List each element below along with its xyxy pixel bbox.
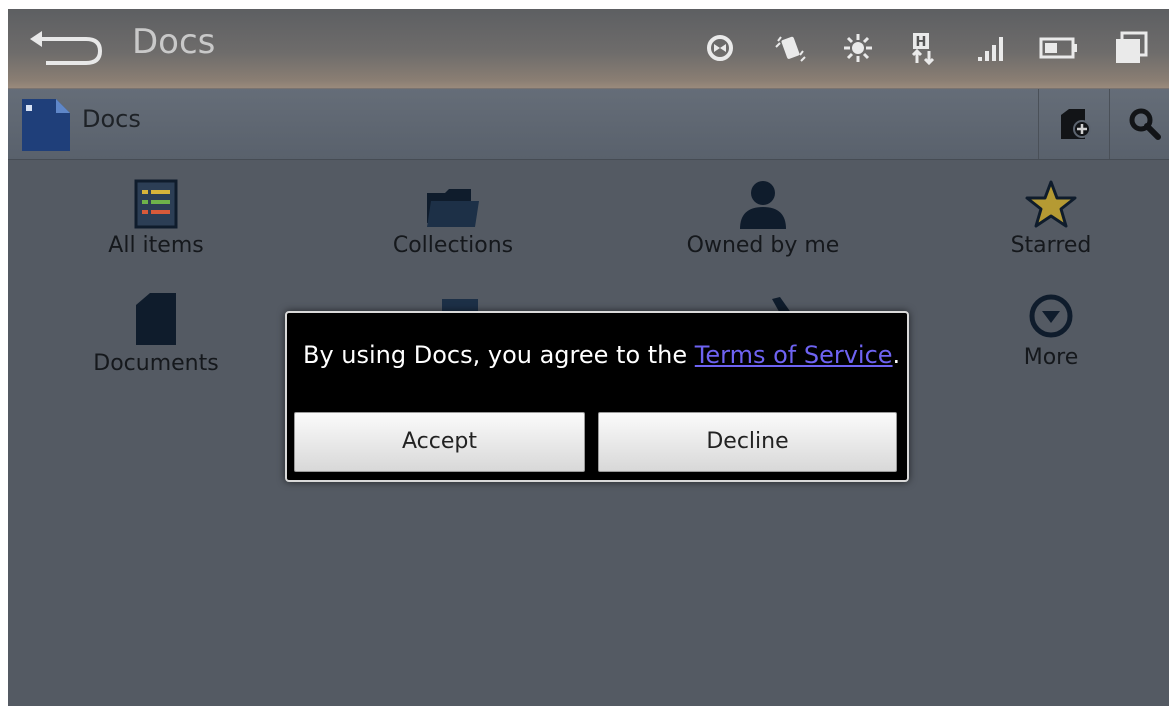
- category-label: Documents: [93, 351, 219, 376]
- category-collections[interactable]: Collections: [343, 179, 563, 258]
- signal-icon: [978, 37, 1003, 61]
- message-suffix: .: [892, 341, 901, 369]
- new-document-button[interactable]: [1039, 89, 1109, 159]
- new-document-icon: [1061, 109, 1091, 139]
- app-action-bar: Docs: [8, 88, 1169, 160]
- brightness-icon: [844, 34, 872, 62]
- device-screen: Docs H Docs All items Collections Owned …: [8, 9, 1169, 706]
- recent-apps-icon[interactable]: [1112, 31, 1152, 65]
- category-label: All items: [108, 233, 204, 258]
- docs-logo-icon: [22, 99, 70, 151]
- folder-icon: [427, 189, 479, 227]
- search-icon: [1129, 108, 1161, 140]
- vibrate-icon: [775, 36, 806, 62]
- back-arrow-icon: [30, 31, 103, 65]
- category-owned-by-me[interactable]: Owned by me: [653, 179, 873, 258]
- category-label: Starred: [1010, 233, 1092, 258]
- category-documents[interactable]: Documents: [46, 291, 266, 376]
- svg-text:H: H: [916, 35, 927, 50]
- sync-icon: [707, 35, 733, 61]
- dialog-message: By using Docs, you agree to the Terms of…: [303, 341, 900, 369]
- person-icon: [740, 181, 786, 229]
- app-title: Docs: [82, 105, 141, 133]
- hsdpa-data-icon: H: [911, 33, 935, 65]
- battery-icon: [1039, 37, 1077, 59]
- back-button[interactable]: [26, 29, 106, 69]
- category-label: Owned by me: [686, 233, 840, 258]
- status-bar: Docs H: [8, 9, 1169, 88]
- decline-button[interactable]: Decline: [598, 412, 897, 472]
- terms-dialog: By using Docs, you agree to the Terms of…: [285, 311, 909, 482]
- status-app-title: Docs: [132, 22, 216, 62]
- star-icon: [1025, 180, 1077, 228]
- search-button[interactable]: [1110, 89, 1169, 159]
- terms-of-service-link[interactable]: Terms of Service: [695, 341, 893, 369]
- category-all-items[interactable]: All items: [46, 179, 266, 258]
- category-more[interactable]: More: [941, 291, 1161, 370]
- category-starred[interactable]: Starred: [941, 179, 1161, 258]
- message-prefix: By using Docs, you agree to the: [303, 341, 695, 369]
- document-icon: [136, 293, 176, 345]
- chevron-down-circle-icon: [1029, 294, 1073, 338]
- category-label: Collections: [392, 233, 514, 258]
- list-icon: [134, 179, 178, 229]
- category-label: More: [1023, 345, 1079, 370]
- accept-button[interactable]: Accept: [294, 412, 585, 472]
